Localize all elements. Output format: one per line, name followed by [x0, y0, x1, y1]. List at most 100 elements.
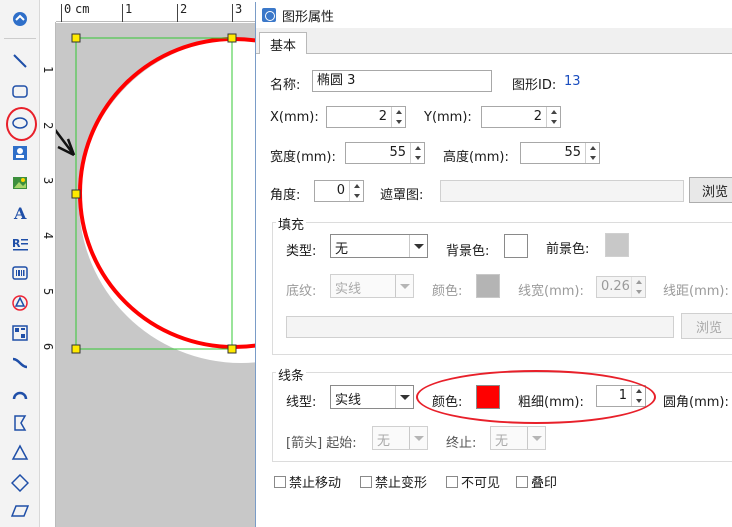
fill-type-select[interactable]: 无 — [330, 234, 428, 258]
ruler-unit: cm — [75, 2, 90, 16]
y-label: Y(mm): — [424, 110, 472, 125]
ruler-left-number: 6 — [41, 343, 55, 351]
drawing-toolbar: A R — [0, 0, 40, 527]
label-paper — [79, 39, 256, 363]
corner-radius-label: 圆角(mm): — [663, 395, 729, 410]
mask-browse-button[interactable]: 浏览 — [689, 177, 732, 203]
rounded-rect-icon[interactable] — [9, 80, 31, 102]
x-value: 2 — [378, 109, 387, 124]
arrow-end-label: 终止: — [446, 436, 477, 451]
height-spinner[interactable] — [585, 143, 599, 163]
parallelogram-icon[interactable] — [9, 500, 31, 522]
ruler-top-number: 3 — [235, 2, 243, 16]
dialog-titlebar: 图形属性 — [256, 2, 732, 28]
resize-handle[interactable] — [227, 344, 237, 354]
chevron-down-icon — [409, 235, 427, 257]
y-spinner[interactable] — [546, 107, 560, 127]
fill-type-label: 类型: — [286, 244, 317, 259]
invisible-checkbox[interactable]: 不可见 — [446, 472, 500, 491]
line-type-select[interactable]: 实线 — [330, 385, 414, 409]
select-icon[interactable] — [9, 8, 31, 30]
x-input[interactable]: 2 — [326, 106, 406, 128]
checkbox-box[interactable] — [446, 475, 458, 488]
fill-group-label: 填充 — [276, 214, 307, 233]
fill-type-value: 无 — [335, 242, 349, 257]
y-input[interactable]: 2 — [481, 106, 561, 128]
line-type-label: 线型: — [286, 395, 317, 410]
resize-handle[interactable] — [71, 189, 81, 199]
svg-text:A: A — [13, 204, 27, 222]
arc-icon[interactable] — [9, 382, 31, 404]
line-width-value: 0.26 — [601, 279, 630, 294]
mask-label: 遮罩图: — [380, 188, 424, 203]
table-icon[interactable] — [9, 322, 31, 344]
height-input[interactable]: 55 — [520, 142, 600, 164]
qrcode-icon[interactable] — [9, 292, 31, 314]
resize-handle[interactable] — [71, 344, 81, 354]
shape-id-label: 图形ID: — [512, 78, 557, 93]
checkbox-box[interactable] — [274, 475, 286, 488]
resize-handle[interactable] — [227, 33, 237, 43]
tab-basic[interactable]: 基本 — [259, 32, 307, 55]
checkbox-box[interactable] — [360, 475, 372, 488]
bg-color-label: 背景色: — [446, 244, 490, 259]
fg-color-swatch — [605, 233, 629, 257]
triangle-icon[interactable] — [9, 442, 31, 464]
pattern-select: 实线 — [330, 274, 414, 298]
barcode-icon[interactable] — [9, 262, 31, 284]
height-value: 55 — [564, 145, 581, 160]
ruler-top-number: 2 — [180, 2, 188, 16]
arrow-end-select: 无 — [490, 426, 546, 450]
pattern-label: 底纹: — [286, 284, 317, 299]
picture-icon[interactable] — [9, 172, 31, 194]
angle-label: 角度: — [270, 188, 301, 203]
mask-field — [440, 180, 684, 202]
diamond-icon[interactable] — [9, 472, 31, 494]
ruler-left-number: 5 — [41, 288, 55, 296]
line-icon[interactable] — [9, 50, 31, 72]
invisible-label: 不可见 — [461, 476, 501, 491]
angle-input[interactable]: 0 — [314, 180, 364, 202]
width-input[interactable]: 55 — [345, 142, 425, 164]
pattern-color-label: 颜色: — [432, 284, 463, 299]
fg-color-label: 前景色: — [546, 242, 590, 257]
angle-spinner[interactable] — [349, 181, 363, 201]
arrow-pointer — [56, 128, 76, 157]
arrow-start-value: 无 — [377, 434, 391, 449]
x-label: X(mm): — [270, 110, 319, 125]
y-value: 2 — [533, 109, 542, 124]
fill-image-path — [286, 316, 674, 338]
text-icon[interactable]: A — [9, 202, 31, 224]
lock-resize-checkbox[interactable]: 禁止变形 — [360, 472, 427, 491]
image-edit-icon[interactable] — [9, 142, 31, 164]
ruler-vertical: 1 2 3 4 5 6 — [40, 22, 56, 527]
lock-move-checkbox[interactable]: 禁止移动 — [274, 472, 341, 491]
overprint-checkbox[interactable]: 叠印 — [516, 472, 557, 491]
lock-move-label: 禁止移动 — [289, 476, 342, 491]
bg-color-swatch[interactable] — [504, 234, 528, 258]
pattern-color-swatch — [476, 274, 500, 298]
width-label: 宽度(mm): — [270, 150, 336, 165]
width-spinner[interactable] — [410, 143, 424, 163]
tab-strip: 基本 — [256, 30, 732, 55]
arrow-end-value: 无 — [495, 434, 509, 449]
label-canvas[interactable] — [56, 23, 256, 527]
shape-properties-dialog: 图形属性 基本 名称: 椭圆 3 图形ID: 13 X(mm): 2 Y(mm)… — [255, 2, 732, 527]
chevron-down-icon — [409, 427, 427, 449]
chevron-down-icon — [395, 275, 413, 297]
stroke-group-label: 线条 — [276, 365, 307, 384]
canvas-drawing — [56, 33, 256, 363]
curve-icon[interactable] — [9, 352, 31, 374]
chevron-down-icon — [395, 386, 413, 408]
flag-icon[interactable] — [9, 412, 31, 434]
stroke-highlight-ellipse — [416, 370, 656, 424]
name-field[interactable]: 椭圆 3 — [312, 70, 492, 92]
shape-id-value: 13 — [564, 74, 581, 89]
overprint-label: 叠印 — [531, 476, 558, 491]
resize-handle[interactable] — [71, 33, 81, 43]
richtext-icon[interactable]: R — [9, 232, 31, 254]
chevron-down-icon — [527, 427, 545, 449]
x-spinner[interactable] — [391, 107, 405, 127]
ruler-left-number: 4 — [41, 232, 55, 240]
checkbox-box[interactable] — [516, 475, 528, 488]
